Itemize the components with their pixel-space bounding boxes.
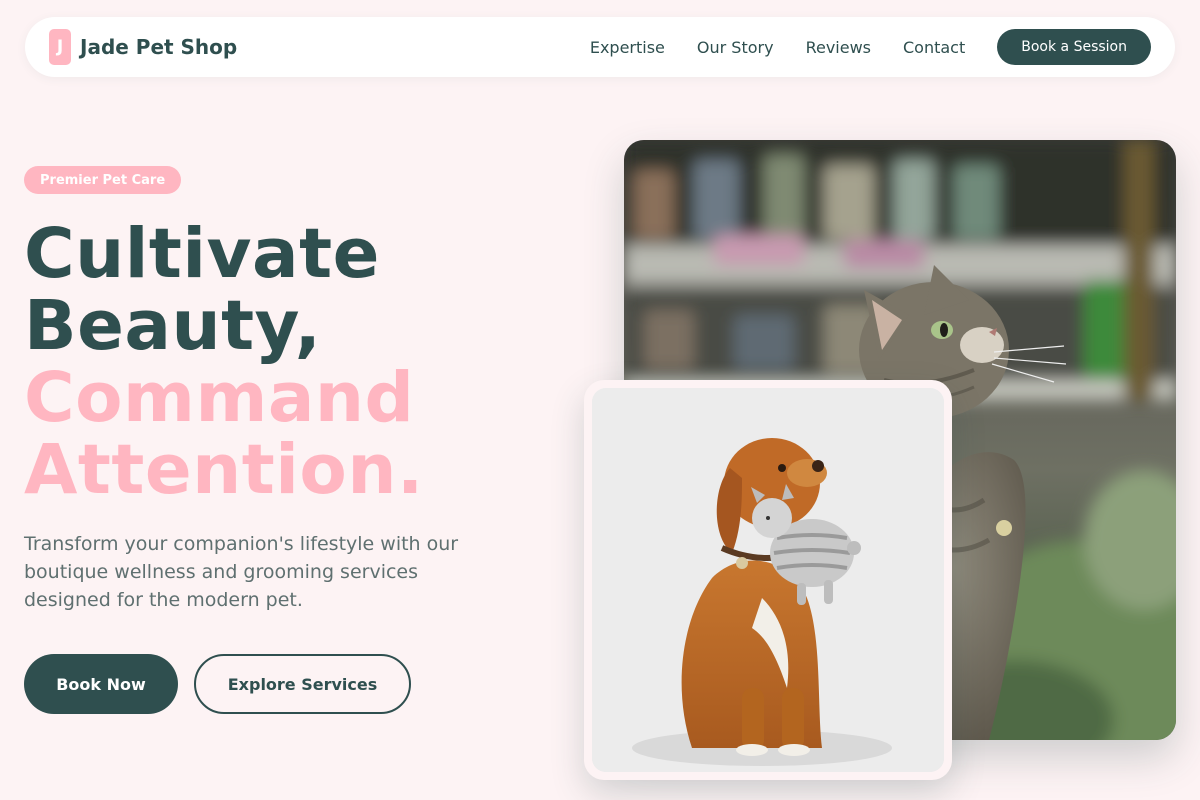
dog-photo-card (584, 380, 952, 780)
dog-with-toy-photo (592, 388, 944, 772)
headline-line-4: Attention. (24, 430, 424, 510)
headline-line-1: Cultivate (24, 214, 380, 294)
nav-link-contact[interactable]: Contact (903, 38, 965, 57)
nav-links: Expertise Our Story Reviews Contact Book… (590, 29, 1151, 65)
logo-icon[interactable]: J (49, 29, 71, 65)
nav-link-our-story[interactable]: Our Story (697, 38, 774, 57)
explore-services-button[interactable]: Explore Services (194, 654, 411, 714)
dog-photo-illustration (592, 388, 944, 772)
landing-page: J Jade Pet Shop Expertise Our Story Revi… (0, 0, 1200, 800)
nav-link-reviews[interactable]: Reviews (806, 38, 871, 57)
book-now-button[interactable]: Book Now (24, 654, 178, 714)
headline-line-3: Command (24, 358, 415, 438)
headline-line-2: Beauty, (24, 286, 322, 366)
nav-link-expertise[interactable]: Expertise (590, 38, 665, 57)
navbar: J Jade Pet Shop Expertise Our Story Revi… (25, 17, 1175, 77)
brand-name[interactable]: Jade Pet Shop (80, 35, 237, 59)
hero-badge: Premier Pet Care (24, 166, 182, 194)
book-session-button[interactable]: Book a Session (997, 29, 1151, 65)
hero-headline: Cultivate Beauty, Command Attention. (24, 218, 424, 506)
hero-description: Transform your companion's lifestyle wit… (24, 533, 459, 611)
